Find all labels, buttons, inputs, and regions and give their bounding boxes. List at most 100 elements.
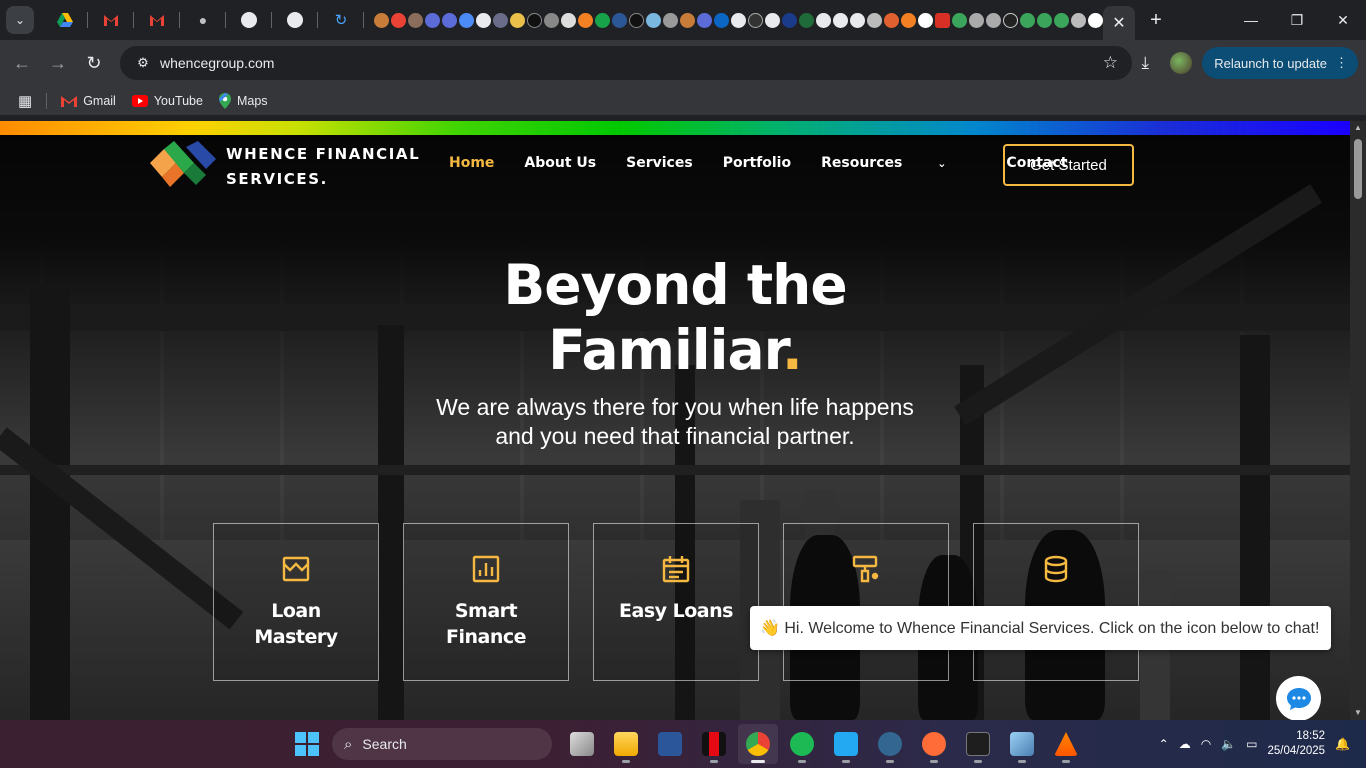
scroll-up-icon[interactable]: ▲: [1350, 121, 1366, 135]
chat-welcome-message[interactable]: 👋 Hi. Welcome to Whence Financial Servic…: [750, 606, 1331, 650]
taskbar-search[interactable]: ⌕ Search: [332, 728, 552, 760]
tab-favicon-icon[interactable]: [731, 12, 746, 28]
pinned-tab-gmail-2[interactable]: [134, 0, 180, 40]
feature-card-loan-mastery[interactable]: Loan Mastery: [213, 523, 379, 681]
kebab-menu-icon[interactable]: ⋮: [1335, 55, 1348, 71]
tab-favicon-icon[interactable]: [1054, 12, 1069, 28]
tab-favicon-icon[interactable]: [544, 12, 559, 28]
address-bar[interactable]: ⚙ whencegroup.com ☆: [120, 46, 1132, 80]
tab-favicon-icon[interactable]: [612, 12, 627, 28]
forward-icon[interactable]: →: [40, 45, 76, 81]
nav-home[interactable]: Home: [449, 155, 494, 171]
tab-favicon-icon[interactable]: [646, 12, 661, 28]
tab-favicon-icon[interactable]: [1037, 12, 1052, 28]
taskbar-vscode[interactable]: [826, 724, 866, 764]
tab-favicon-icon[interactable]: [1088, 12, 1103, 28]
feature-card-smart-finance[interactable]: Smart Finance: [403, 523, 569, 681]
scroll-down-icon[interactable]: ▼: [1350, 706, 1366, 720]
tab-favicon-icon[interactable]: [816, 12, 831, 28]
tab-favicon-icon[interactable]: [867, 12, 882, 28]
taskbar-app[interactable]: [1002, 724, 1042, 764]
wifi-icon[interactable]: ◠: [1201, 737, 1211, 751]
tab-favicon-icon[interactable]: [765, 12, 780, 28]
tab-favicon-icon[interactable]: [595, 12, 610, 28]
tab-favicon-icon[interactable]: [884, 12, 899, 28]
taskbar-netflix[interactable]: [694, 724, 734, 764]
tab-favicon-icon[interactable]: [391, 12, 406, 28]
taskbar-postgres[interactable]: [870, 724, 910, 764]
tab-favicon-icon[interactable]: [986, 12, 1001, 28]
pinned-tab-globe[interactable]: ●: [180, 0, 226, 40]
tab-search-button[interactable]: ⌄: [6, 6, 34, 34]
clock[interactable]: 18:52 25/04/2025: [1267, 729, 1325, 759]
taskbar-postman[interactable]: [914, 724, 954, 764]
get-started-button[interactable]: Get Started: [1003, 144, 1134, 186]
tab-favicon-icon[interactable]: [425, 12, 440, 28]
site-settings-icon[interactable]: ⚙: [130, 55, 156, 71]
pinned-tab-github-2[interactable]: [272, 0, 318, 40]
nav-services[interactable]: Services: [626, 155, 693, 171]
tab-favicon-icon[interactable]: [969, 12, 984, 28]
notification-bell-icon[interactable]: 🔔: [1335, 737, 1350, 751]
tab-favicon-icon[interactable]: [714, 12, 729, 28]
reload-icon[interactable]: ↻: [76, 45, 112, 81]
volume-icon[interactable]: 🔈: [1221, 737, 1236, 751]
onedrive-icon[interactable]: ☁: [1179, 737, 1191, 751]
apps-grid-icon[interactable]: ▦: [18, 92, 32, 110]
tab-favicon-icon[interactable]: [578, 12, 593, 28]
minimize-icon[interactable]: —: [1228, 0, 1274, 40]
pinned-tab-gmail-1[interactable]: [88, 0, 134, 40]
tab-favicon-icon[interactable]: [442, 12, 457, 28]
scrollbar-thumb[interactable]: [1354, 139, 1362, 199]
download-icon[interactable]: ⤓: [1130, 46, 1160, 80]
nav-about-us[interactable]: About Us: [524, 155, 596, 171]
page-scrollbar[interactable]: ▲ ▼: [1350, 121, 1366, 720]
tab-favicon-icon[interactable]: [901, 12, 916, 28]
chat-launcher-button[interactable]: [1276, 676, 1321, 720]
close-tab-icon[interactable]: ✕: [1112, 13, 1125, 33]
tab-favicon-icon[interactable]: [663, 12, 678, 28]
tab-favicon-icon[interactable]: [408, 12, 423, 28]
tab-favicon-icon[interactable]: [629, 12, 644, 28]
bookmark-maps[interactable]: Maps: [218, 92, 268, 109]
relaunch-button[interactable]: Relaunch to update ⋮: [1202, 47, 1358, 79]
tab-favicon-icon[interactable]: [561, 12, 576, 28]
tab-favicon-icon[interactable]: [459, 12, 474, 28]
battery-icon[interactable]: ▭: [1246, 737, 1257, 751]
active-tab[interactable]: ✕: [1103, 6, 1135, 40]
windows-start-icon[interactable]: [295, 732, 319, 756]
whence-logo-icon[interactable]: [150, 141, 216, 187]
tab-favicon-icon[interactable]: [697, 12, 712, 28]
pinned-tab-drive[interactable]: [42, 0, 88, 40]
tab-favicon-icon[interactable]: [799, 12, 814, 28]
tab-favicon-icon[interactable]: [510, 12, 525, 28]
taskbar-terminal[interactable]: [958, 724, 998, 764]
taskbar-chrome[interactable]: [738, 724, 778, 764]
brand-name[interactable]: WHENCE FINANCIAL SERVICES.: [226, 142, 420, 192]
tab-favicon-icon[interactable]: [1003, 12, 1018, 28]
tab-favicon-icon[interactable]: [748, 12, 763, 28]
bookmark-star-icon[interactable]: ☆: [1103, 53, 1118, 73]
restore-icon[interactable]: ❐: [1274, 0, 1320, 40]
tab-favicon-icon[interactable]: [850, 12, 865, 28]
tab-favicon-icon[interactable]: [782, 12, 797, 28]
tab-favicon-icon[interactable]: [493, 12, 508, 28]
tab-favicon-icon[interactable]: [1071, 12, 1086, 28]
taskbar-task-view[interactable]: [562, 724, 602, 764]
pinned-tab-github-1[interactable]: [226, 0, 272, 40]
url-text[interactable]: whencegroup.com: [160, 55, 274, 71]
taskbar-file-explorer[interactable]: [606, 724, 646, 764]
nav-resources[interactable]: Resources ⌄: [821, 155, 976, 171]
tab-favicon-icon[interactable]: [527, 12, 542, 28]
new-tab-button[interactable]: +: [1141, 5, 1171, 35]
feature-card-easy-loans[interactable]: Easy Loans: [593, 523, 759, 681]
taskbar-word[interactable]: [650, 724, 690, 764]
tab-favicon-icon[interactable]: [833, 12, 848, 28]
tab-favicon-icon[interactable]: [1020, 12, 1035, 28]
tab-favicon-icon[interactable]: [680, 12, 695, 28]
tab-favicon-icon[interactable]: [918, 12, 933, 28]
chevron-up-icon[interactable]: ⌃: [1159, 737, 1169, 751]
tab-favicon-icon[interactable]: [935, 12, 950, 28]
feature-card-5[interactable]: [973, 523, 1139, 681]
profile-avatar[interactable]: [1170, 52, 1193, 74]
